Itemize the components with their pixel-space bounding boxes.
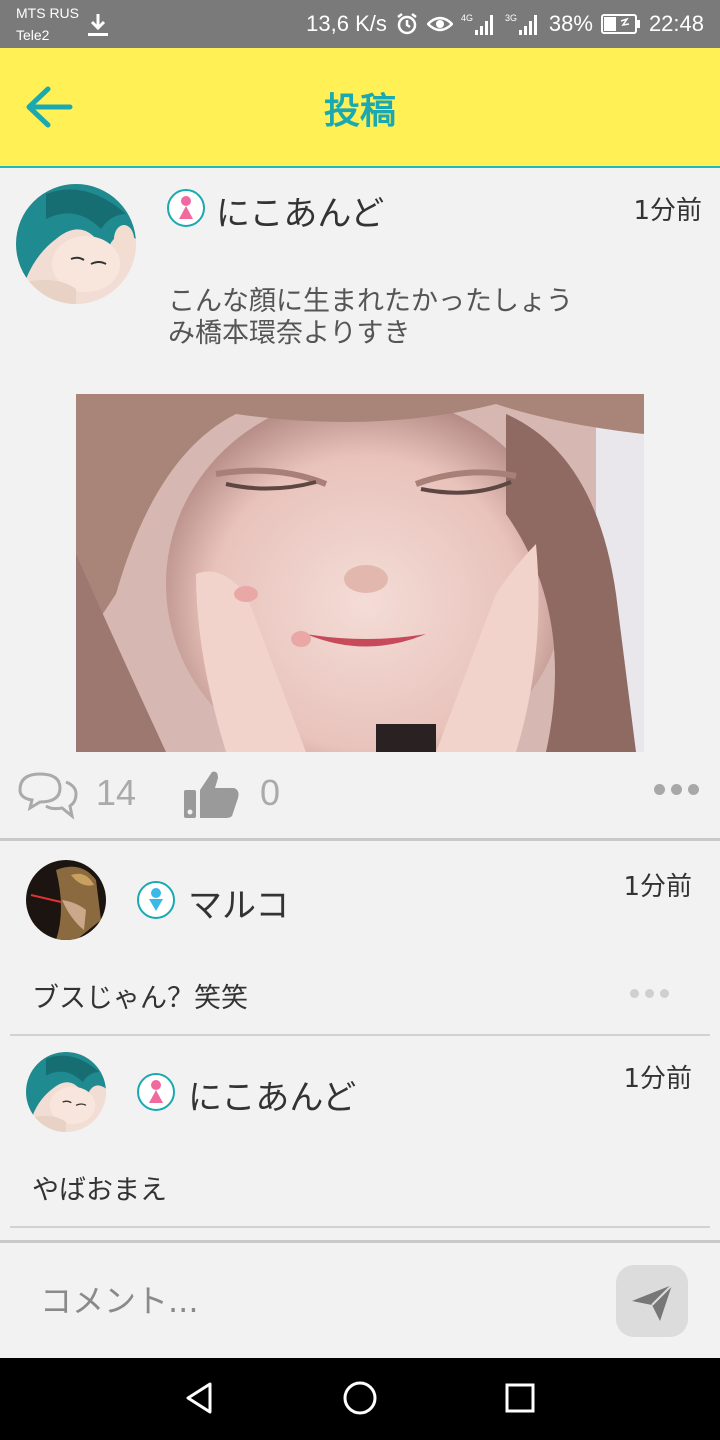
clock: 22:48 xyxy=(648,11,704,36)
battery-icon xyxy=(600,14,640,34)
carrier-secondary: Tele2 xyxy=(16,27,50,43)
post-body: こんな顔に生まれたかったしょう み橋本環奈よりすき xyxy=(168,286,608,350)
female-icon xyxy=(167,189,205,227)
comment-composer xyxy=(0,1240,720,1358)
download-icon xyxy=(88,14,108,36)
comment-divider xyxy=(10,1034,710,1036)
post-body-line: み橋本環奈よりすき xyxy=(168,318,411,349)
nav-home-icon[interactable] xyxy=(340,1378,380,1418)
comment-text: やばおまえ xyxy=(32,1175,167,1206)
alarm-icon xyxy=(397,13,417,35)
comment-author-name[interactable]: マルコ xyxy=(188,878,289,927)
status-bar: MTS RUS Tele2 13,6 K/s 4G 3G 38% 22:48 xyxy=(0,0,720,48)
send-button[interactable] xyxy=(616,1265,688,1337)
comment-timestamp: 1分前 xyxy=(623,1064,692,1094)
svg-text:3G: 3G xyxy=(505,13,517,23)
comment-divider xyxy=(10,1226,710,1228)
male-icon xyxy=(137,881,175,919)
page-title: 投稿 xyxy=(323,91,396,132)
nav-back-icon[interactable] xyxy=(180,1378,220,1418)
comment-input[interactable] xyxy=(26,1265,586,1337)
network-speed: 13,6 K/s xyxy=(306,11,387,36)
status-right: 13,6 K/s 4G 3G 38% 22:48 xyxy=(306,10,704,38)
system-nav-bar xyxy=(0,1358,720,1440)
battery-percent: 38% xyxy=(548,11,593,36)
post-photo[interactable] xyxy=(76,394,644,752)
carrier-info: MTS RUS Tele2 xyxy=(16,4,79,44)
comment-author-name[interactable]: にこあんど xyxy=(188,1070,356,1119)
comment-more-options-icon[interactable] xyxy=(630,989,669,998)
like-count: 0 xyxy=(260,772,281,813)
comment-author-avatar[interactable] xyxy=(26,1052,106,1132)
nav-recents-icon[interactable] xyxy=(500,1378,540,1418)
comment-text: ブスじゃん？笑笑 xyxy=(32,983,248,1014)
comment-author-avatar[interactable] xyxy=(26,860,106,940)
eye-icon xyxy=(426,16,453,32)
post-timestamp: 1分前 xyxy=(633,196,702,226)
carrier-primary: MTS RUS xyxy=(16,5,79,21)
comment-count: 14 xyxy=(96,772,137,813)
post-more-options-icon[interactable] xyxy=(654,784,699,795)
post-body-line: こんな顔に生まれたかったしょう xyxy=(168,286,573,317)
post-divider xyxy=(0,838,720,841)
svg-text:4G: 4G xyxy=(461,13,473,23)
signal-3g-icon: 3G xyxy=(505,13,537,35)
comment-timestamp: 1分前 xyxy=(623,872,692,902)
female-icon xyxy=(137,1073,175,1111)
send-icon xyxy=(632,1284,673,1321)
post-author-name[interactable]: にこあんど xyxy=(216,186,384,235)
comment-icon[interactable] xyxy=(16,768,78,824)
thumbs-up-icon[interactable] xyxy=(182,768,242,820)
post-author-avatar[interactable] xyxy=(16,184,136,304)
app-header: 投稿 xyxy=(0,48,720,168)
signal-4g-icon: 4G xyxy=(461,13,493,35)
